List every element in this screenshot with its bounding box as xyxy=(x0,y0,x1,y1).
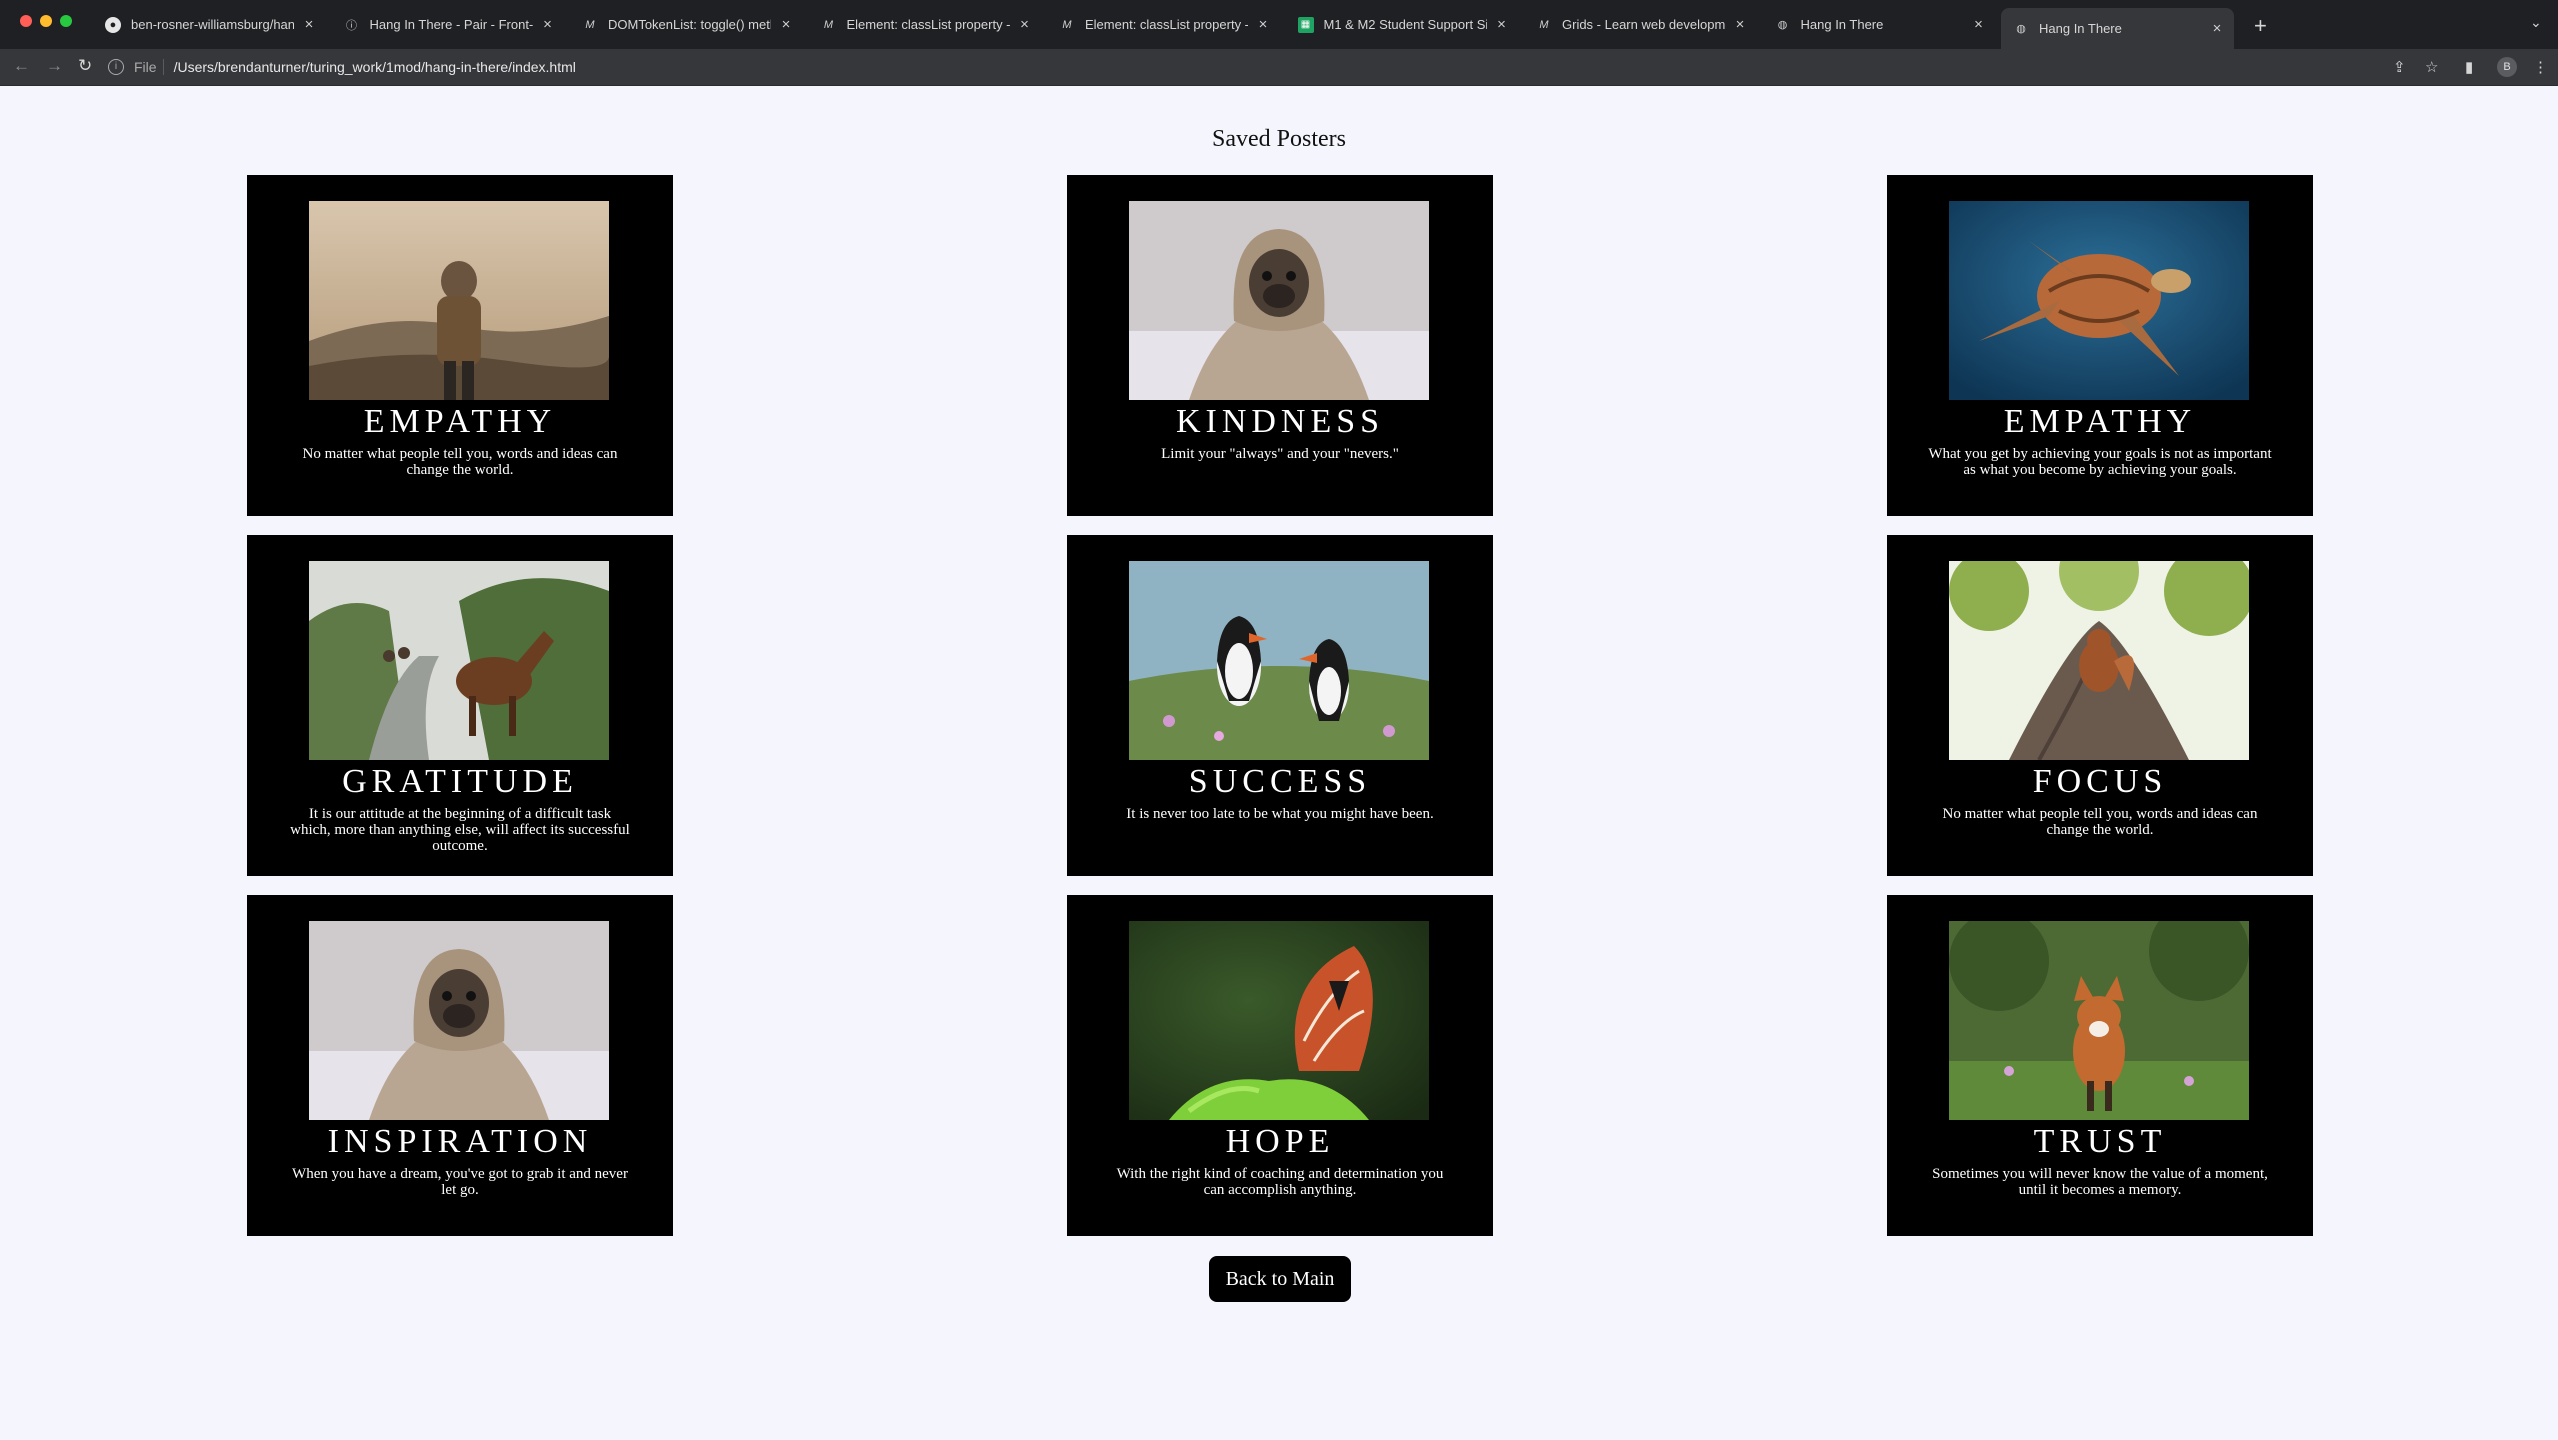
tab-close-icon[interactable]: × xyxy=(302,16,316,33)
browser-tab[interactable]: ● ben-rosner-williamsburg/hang × xyxy=(93,8,326,41)
info-icon: ⓘ xyxy=(346,19,357,32)
saved-poster[interactable]: FOCUS No matter what people tell you, wor… xyxy=(1887,535,2313,876)
poster-quote: It is never too late to be what you migh… xyxy=(1126,806,1434,822)
browser-tab[interactable]: ▦ M1 & M2 Student Support Sign × xyxy=(1286,8,1519,41)
poster-image-person-on-hill xyxy=(309,201,609,400)
minimize-window-button[interactable] xyxy=(40,15,52,27)
tab-close-icon[interactable]: × xyxy=(2210,20,2224,37)
tab-close-icon[interactable]: × xyxy=(1018,16,1032,33)
site-info-icon[interactable]: i xyxy=(108,59,124,75)
mdn-icon: M xyxy=(1062,18,1072,31)
globe-icon: ◍ xyxy=(2016,23,2026,35)
tab-close-icon[interactable]: × xyxy=(541,16,555,33)
side-panel-icon[interactable]: ▮ xyxy=(2465,58,2473,76)
poster-image-squirrel-in-tree xyxy=(1949,561,2249,760)
browser-tab[interactable]: M Element: classList property - W × xyxy=(1047,8,1280,41)
reload-icon[interactable]: ↻ xyxy=(78,56,92,76)
poster-image-pug-in-blanket xyxy=(1129,201,1429,400)
poster-title: HOPE xyxy=(1225,1123,1335,1160)
url-text[interactable]: /Users/brendanturner/turing_work/1mod/ha… xyxy=(174,59,576,75)
browser-tab[interactable]: ◍ Hang In There × xyxy=(1763,8,1996,41)
bookmark-star-icon[interactable]: ☆ xyxy=(2425,58,2438,76)
tab-title: Hang In There xyxy=(2039,21,2122,36)
poster-title: INSPIRATION xyxy=(327,1123,593,1160)
profile-avatar[interactable]: B xyxy=(2497,57,2517,77)
poster-title: GRATITUDE xyxy=(342,763,578,800)
poster-quote: Limit your "always" and your "nevers." xyxy=(1161,446,1399,462)
poster-title: EMPATHY xyxy=(363,403,557,440)
tab-title: DOMTokenList: toggle() metho xyxy=(608,17,771,32)
poster-title: SUCCESS xyxy=(1188,763,1372,800)
tab-title: M1 & M2 Student Support Sign xyxy=(1323,17,1487,32)
browser-toolbar: ← → ↻ i File /Users/brendanturner/turing… xyxy=(0,49,2558,86)
poster-quote: Sometimes you will never know the value … xyxy=(1932,1166,2268,1198)
poster-quote: When you have a dream, you've got to gra… xyxy=(292,1166,628,1198)
poster-image-fox xyxy=(1949,921,2249,1120)
browser-tab[interactable]: ⓘ Hang In There - Pair - Front-En × xyxy=(332,8,565,41)
tab-close-icon[interactable]: × xyxy=(1256,16,1270,33)
globe-icon: ◍ xyxy=(1777,19,1788,31)
url-scheme-label: File xyxy=(134,59,157,75)
browser-tab-bar: ● ben-rosner-williamsburg/hang × ⓘ Hang In T… xyxy=(0,0,2558,49)
tab-close-icon[interactable]: × xyxy=(1972,16,1986,33)
browser-tab[interactable]: ◍ Hang In There × xyxy=(2001,8,2234,49)
saved-poster[interactable]: INSPIRATION When you have a dream, you've… xyxy=(247,895,673,1236)
maximize-window-button[interactable] xyxy=(60,15,72,27)
poster-image-puffins xyxy=(1129,561,1429,760)
tab-title: Element: classList property - W xyxy=(846,17,1010,32)
tab-search-chevron-icon[interactable]: ⌄ xyxy=(2530,14,2542,31)
browser-menu-icon[interactable]: ⋮ xyxy=(2533,58,2548,76)
saved-poster[interactable]: HOPE With the right kind of coaching and … xyxy=(1067,895,1493,1236)
saved-poster[interactable]: SUCCESS It is never too late to be what y… xyxy=(1067,535,1493,876)
mdn-icon: M xyxy=(1539,18,1549,31)
close-window-button[interactable] xyxy=(20,15,32,27)
poster-title: FOCUS xyxy=(2032,763,2168,800)
browser-tab[interactable]: M Grids - Learn web developmen × xyxy=(1524,8,1757,41)
tab-title: Hang In There xyxy=(1800,17,1884,32)
share-icon[interactable]: ⇪ xyxy=(2393,58,2406,76)
page-title: Saved Posters xyxy=(1212,126,1346,152)
saved-poster[interactable]: EMPATHY What you get by achieving your go… xyxy=(1887,175,2313,516)
saved-poster[interactable]: KINDNESS Limit your "always" and your "ne… xyxy=(1067,175,1493,516)
back-to-main-button[interactable]: Back to Main xyxy=(1209,1256,1351,1302)
saved-posters-grid: EMPATHY No matter what people tell you, w… xyxy=(247,175,2313,1237)
new-tab-button[interactable]: + xyxy=(2254,13,2267,39)
poster-quote: With the right kind of coaching and dete… xyxy=(1116,1166,1444,1198)
poster-title: EMPATHY xyxy=(2003,403,2197,440)
poster-quote: No matter what people tell you, words an… xyxy=(1942,806,2258,838)
poster-image-pug-in-blanket xyxy=(309,921,609,1120)
tab-title: ben-rosner-williamsburg/hang xyxy=(131,17,294,32)
tab-title: Hang In There - Pair - Front-En xyxy=(369,17,533,32)
poster-quote: It is our attitude at the beginning of a… xyxy=(290,806,630,854)
url-divider xyxy=(162,59,164,75)
github-icon: ● xyxy=(105,16,121,33)
address-bar[interactable]: i File /Users/brendanturner/turing_work/… xyxy=(108,54,2428,80)
tab-close-icon[interactable]: × xyxy=(1495,16,1509,33)
saved-poster[interactable]: EMPATHY No matter what people tell you, w… xyxy=(247,175,673,516)
poster-image-horse-on-road xyxy=(309,561,609,760)
sheets-icon: ▦ xyxy=(1297,16,1314,33)
browser-tab[interactable]: M DOMTokenList: toggle() metho × xyxy=(570,8,803,41)
forward-arrow-icon[interactable]: → xyxy=(46,56,63,76)
poster-title: KINDNESS xyxy=(1175,403,1385,440)
back-arrow-icon[interactable]: ← xyxy=(13,56,30,76)
tab-close-icon[interactable]: × xyxy=(1733,16,1747,33)
tab-title: Grids - Learn web developmen xyxy=(1562,17,1725,32)
saved-poster[interactable]: GRATITUDE It is our attitude at the begin… xyxy=(247,535,673,876)
browser-tab[interactable]: M Element: classList property - W × xyxy=(809,8,1042,41)
poster-title: TRUST xyxy=(2033,1123,2167,1160)
poster-image-butterfly xyxy=(1129,921,1429,1120)
mdn-icon: M xyxy=(823,18,834,31)
tab-title: Element: classList property - W xyxy=(1085,17,1248,32)
mdn-icon: M xyxy=(585,18,595,31)
poster-image-sea-turtle xyxy=(1949,201,2249,400)
poster-quote: What you get by achieving your goals is … xyxy=(1928,446,2272,478)
saved-poster[interactable]: TRUST Sometimes you will never know the v… xyxy=(1887,895,2313,1236)
poster-quote: No matter what people tell you, words an… xyxy=(302,446,618,478)
tab-close-icon[interactable]: × xyxy=(779,16,793,33)
